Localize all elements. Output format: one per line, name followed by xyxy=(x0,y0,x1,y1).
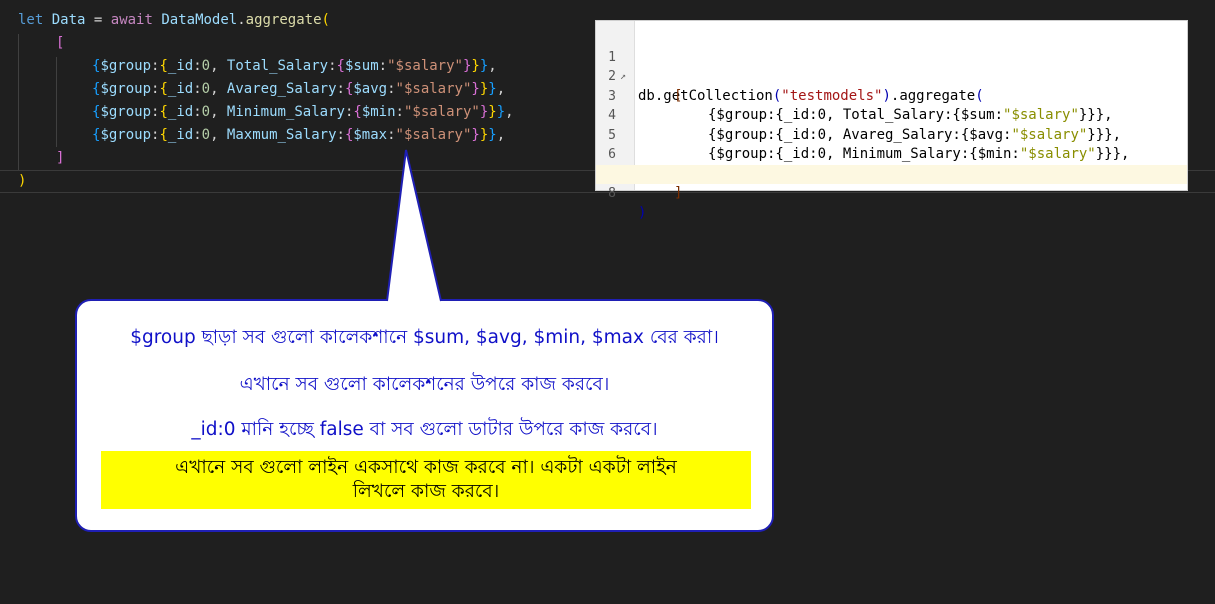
shell-line-8[interactable]: 8 ) xyxy=(596,164,1187,221)
editor-line-5[interactable]: {$group:{_id:0, Minimum_Salary:{$min:"$s… xyxy=(92,101,514,123)
callout-note-3: _id:0 মানি হচ্ছে false বা সব গুলো ডাটার … xyxy=(191,419,658,440)
editor-line-1[interactable]: let Data = await DataModel.aggregate( xyxy=(18,9,330,31)
line-number: 8 xyxy=(608,186,616,201)
shell-line-1[interactable]: 1 ↗ db.getCollection("testmodels").aggre… xyxy=(596,28,1187,104)
callout-note-2: এখানে সব গুলো কালেকশনের উপরে কাজ করবে। xyxy=(239,374,610,395)
editor-line-6[interactable]: {$group:{_id:0, Maxmum_Salary:{$max:"$sa… xyxy=(92,124,505,146)
shell-line-6[interactable]: 6 {$group:{_id:0, Maxmum_Salary:{$max:"$… xyxy=(596,126,1187,182)
editor-line-3[interactable]: {$group:{_id:0, Total_Salary:{$sum:"$sal… xyxy=(92,55,497,77)
editor-line-8[interactable]: ) xyxy=(18,170,26,192)
shell-line-2[interactable]: 2 [ xyxy=(596,48,1187,104)
highlighted-warning: এখানে সব গুলো লাইন একসাথে কাজ করবে না। এ… xyxy=(101,451,751,509)
warning-line-1: এখানে সব গুলো লাইন একসাথে কাজ করবে না। এ… xyxy=(175,457,677,478)
callout-note-1: $group ছাড়া সব গুলো কালেকশানে $sum, $av… xyxy=(130,327,719,348)
indent-guide xyxy=(18,34,19,170)
mongo-shell-editor[interactable]: 1 ↗ db.getCollection("testmodels").aggre… xyxy=(595,20,1188,221)
warning-line-2: লিখলে কাজ করবে। xyxy=(352,481,500,502)
editor-line-4[interactable]: {$group:{_id:0, Avareg_Salary:{$avg:"$sa… xyxy=(92,78,505,100)
indent-guide xyxy=(56,57,57,147)
editor-line-2[interactable]: [ xyxy=(56,32,64,54)
shell-line-3[interactable]: 3 {$group:{_id:0, Total_Salary:{$sum:"$s… xyxy=(596,67,1187,124)
callout-box: $group ছাড়া সব গুলো কালেকশানে $sum, $av… xyxy=(75,299,774,532)
shell-line-7[interactable]: 7 ] xyxy=(596,145,1187,202)
editor-line-7[interactable]: ] xyxy=(56,147,64,169)
shell-line-4[interactable]: 4 {$group:{_id:0, Avareg_Salary:{$avg:"$… xyxy=(596,87,1187,143)
shell-line-5[interactable]: 5 {$group:{_id:0, Minimum_Salary:{$min:"… xyxy=(596,106,1187,163)
